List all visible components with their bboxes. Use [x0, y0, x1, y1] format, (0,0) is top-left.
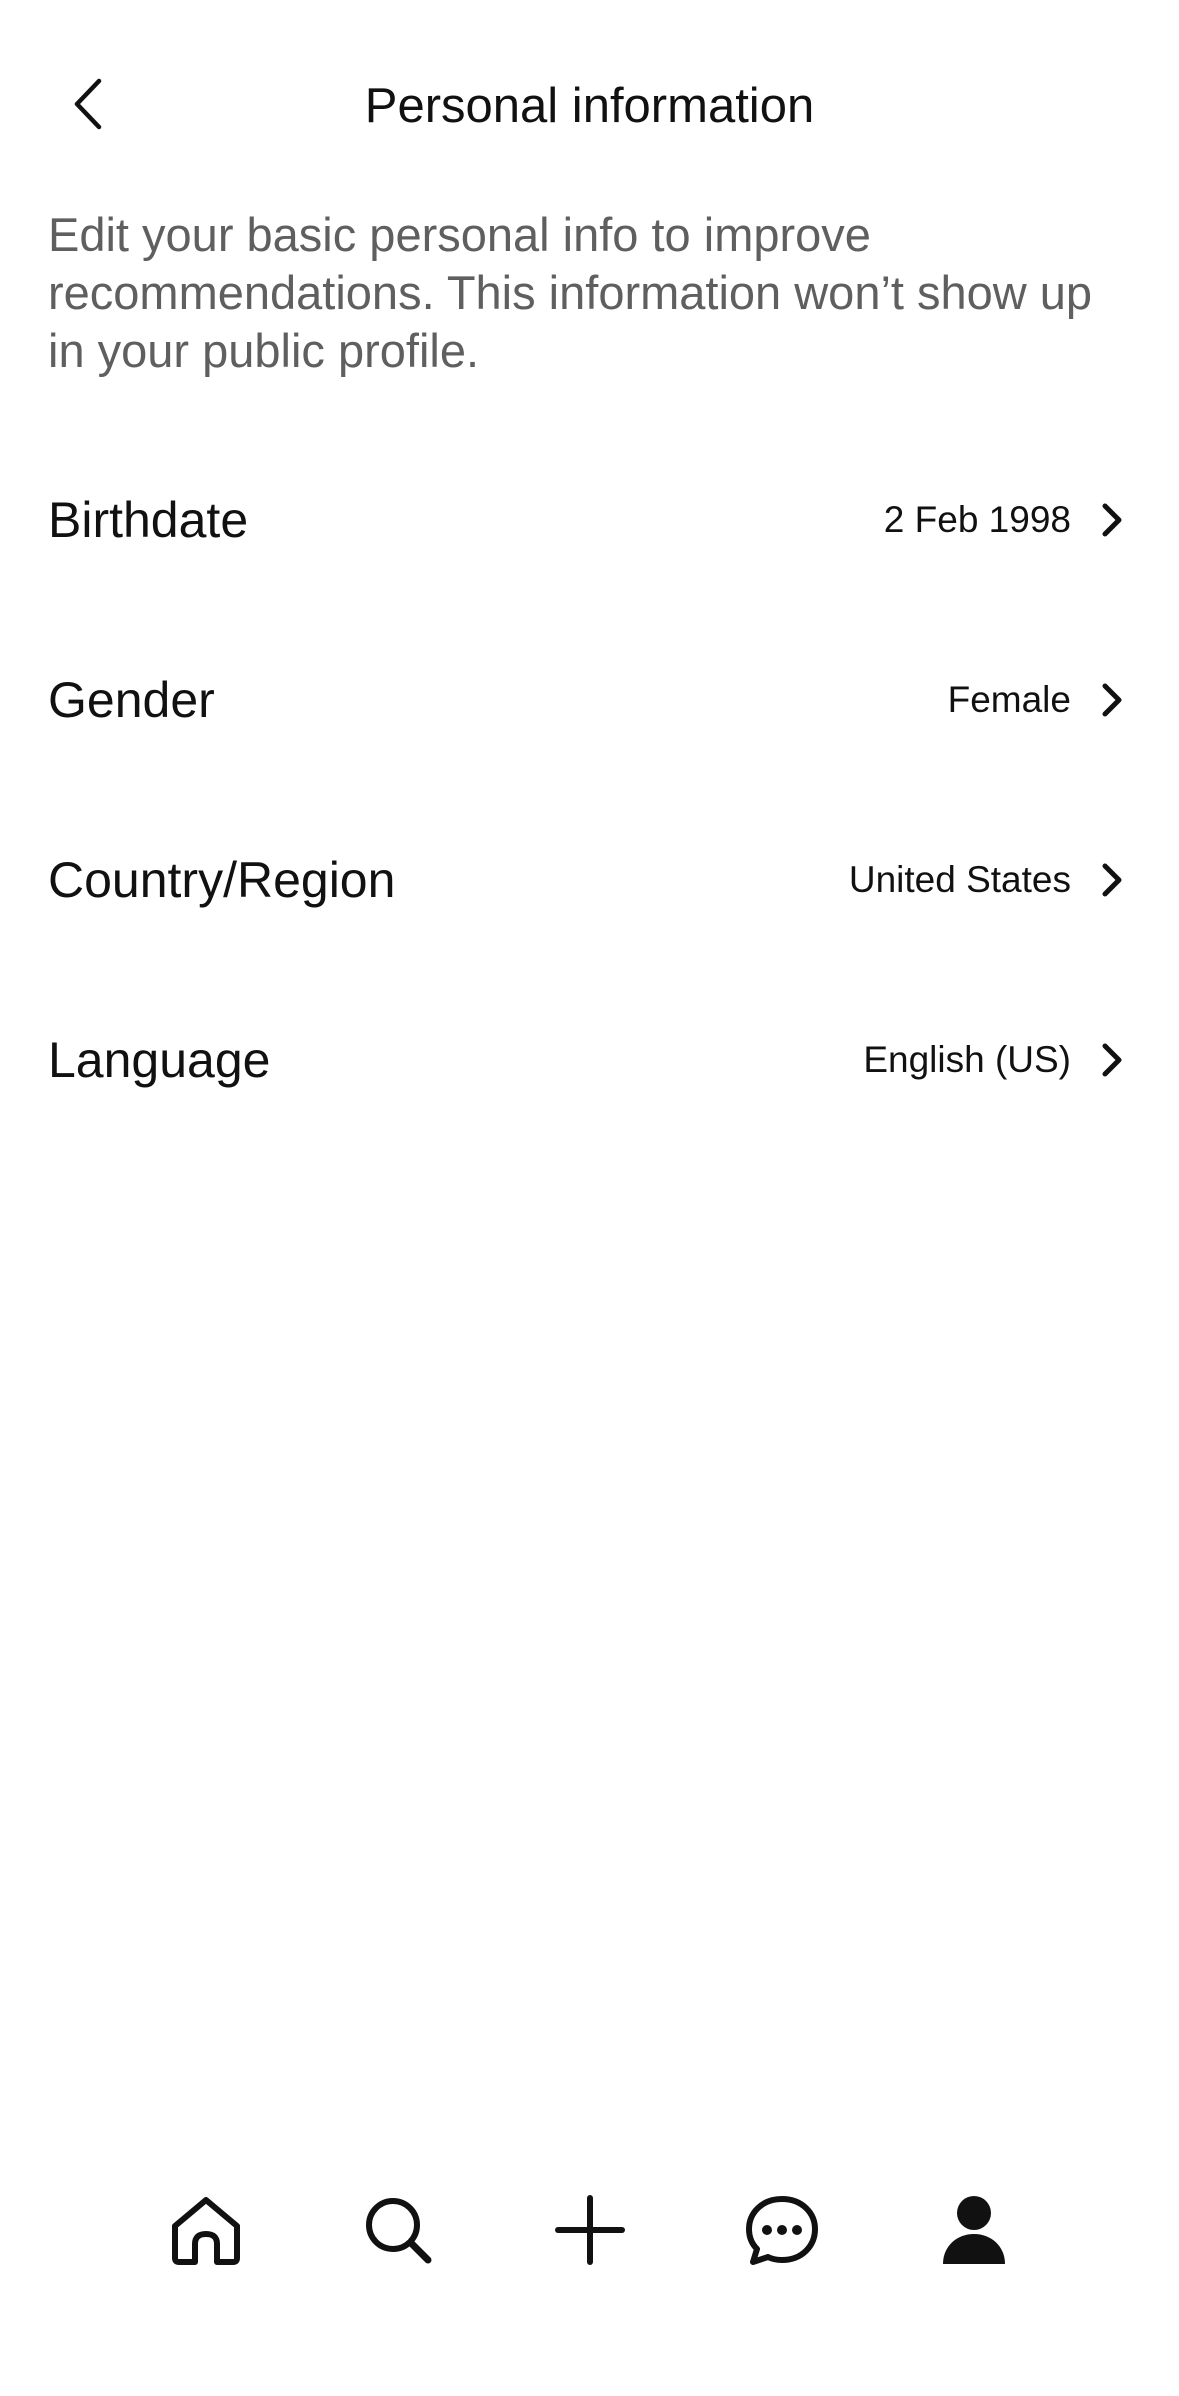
profile-icon	[941, 2194, 1007, 2266]
birthdate-row[interactable]: Birthdate 2 Feb 1998	[0, 430, 1179, 610]
search-icon	[362, 2194, 434, 2266]
country-region-row[interactable]: Country/Region United States	[0, 790, 1179, 970]
gender-value: Female	[947, 679, 1071, 720]
nav-profile-button[interactable]	[924, 2180, 1024, 2280]
nav-create-button[interactable]	[540, 2180, 640, 2280]
messages-icon	[744, 2194, 820, 2266]
birthdate-value: 2 Feb 1998	[883, 499, 1071, 540]
personal-info-list: Birthdate 2 Feb 1998 Gender Female Count…	[0, 430, 1179, 1150]
chevron-right-icon	[1101, 682, 1123, 718]
page-title: Personal information	[364, 79, 815, 133]
bottom-navigation-bar	[0, 2170, 1179, 2290]
nav-search-button[interactable]	[348, 2180, 448, 2280]
chevron-right-icon	[1101, 862, 1123, 898]
chevron-right-icon	[1101, 1042, 1123, 1078]
nav-home-button[interactable]	[156, 2180, 256, 2280]
country-region-value: United States	[848, 859, 1071, 900]
home-icon	[169, 2194, 243, 2266]
intro-description: Edit your basic personal info to improve…	[48, 208, 1093, 377]
top-bar: Personal information	[0, 0, 1179, 215]
language-label: Language	[48, 1032, 271, 1088]
gender-row[interactable]: Gender Female	[0, 610, 1179, 790]
gender-label: Gender	[48, 672, 215, 728]
language-row[interactable]: Language English (US)	[0, 970, 1179, 1150]
nav-messages-button[interactable]	[732, 2180, 832, 2280]
country-region-label: Country/Region	[48, 852, 396, 908]
birthdate-label: Birthdate	[48, 492, 249, 548]
create-plus-icon	[554, 2194, 626, 2266]
language-value: English (US)	[863, 1039, 1071, 1080]
chevron-right-icon	[1101, 502, 1123, 538]
